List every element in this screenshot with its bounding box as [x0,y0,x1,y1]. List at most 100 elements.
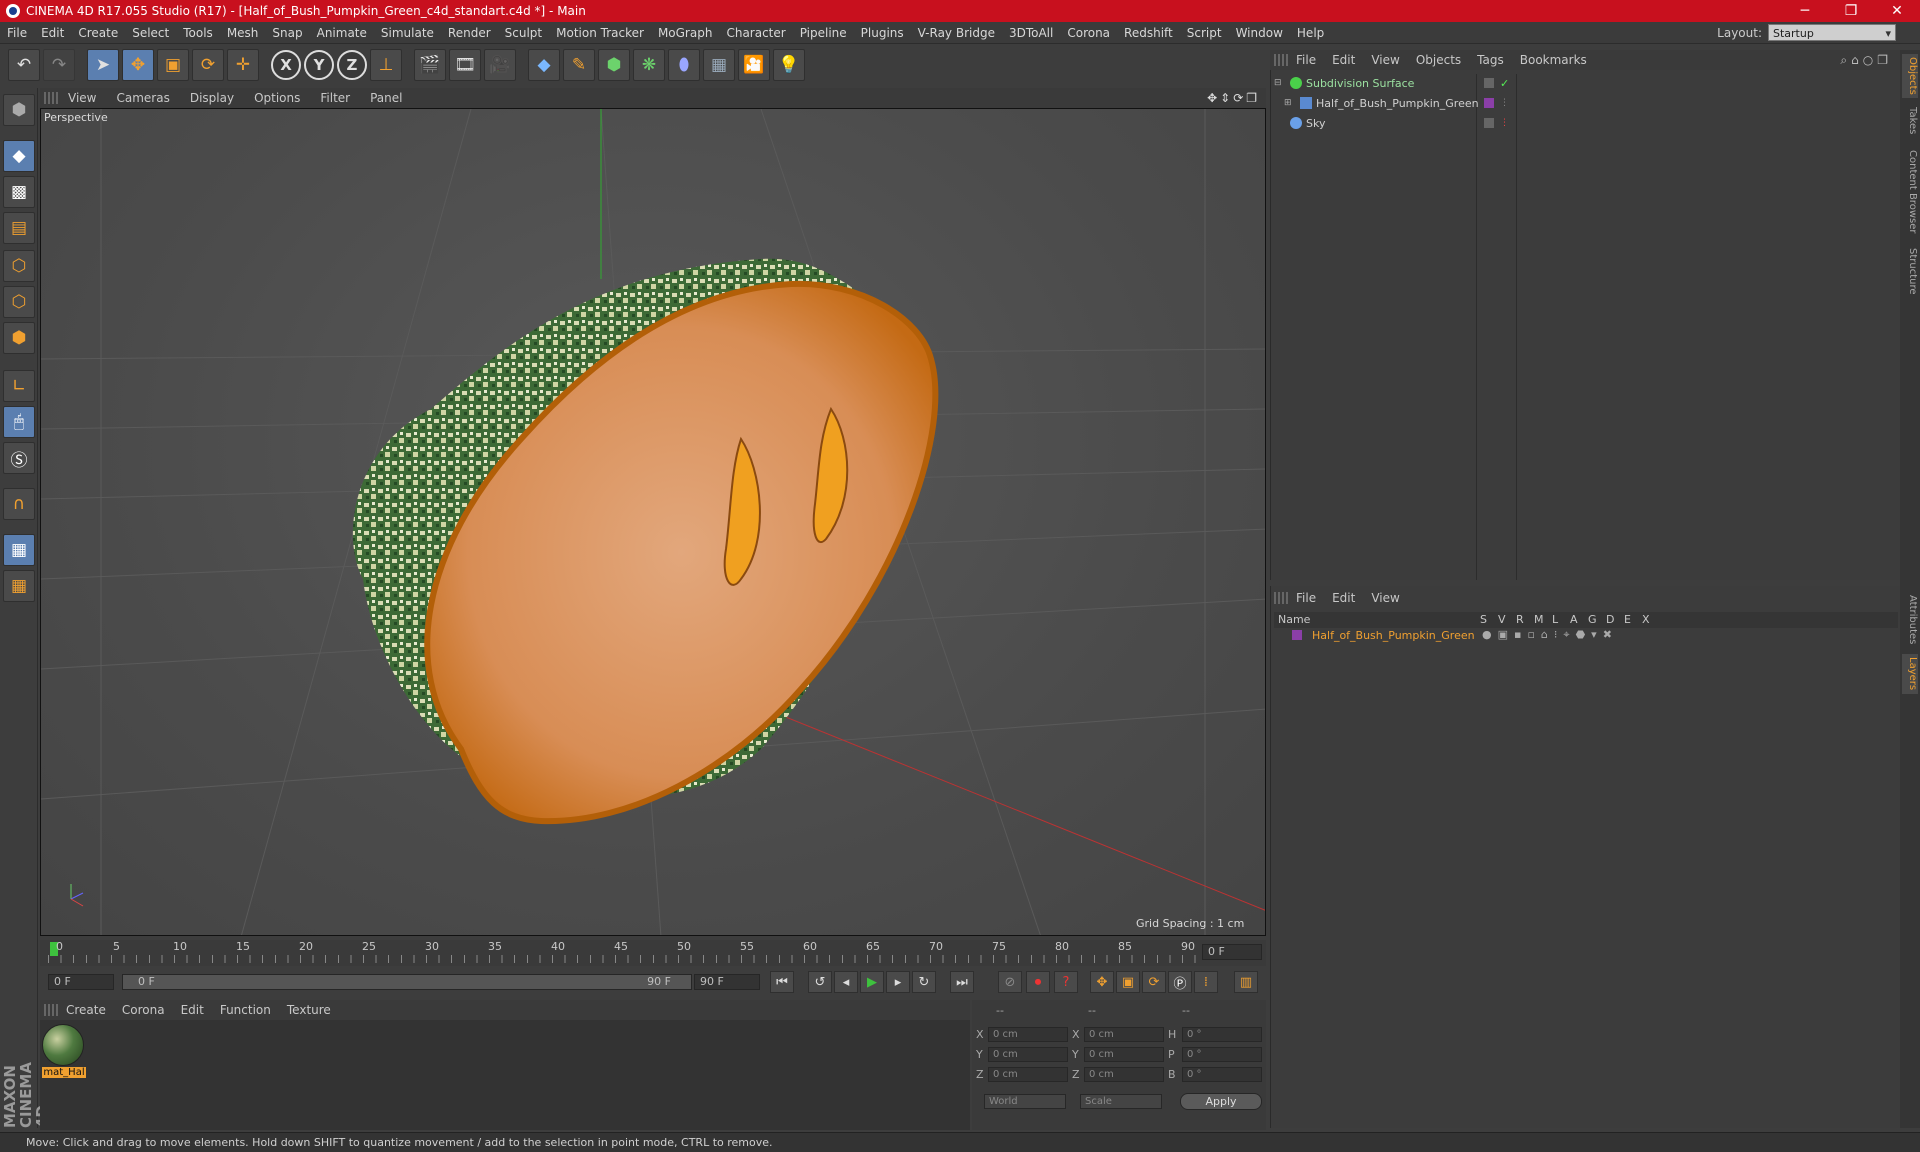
workplane-mode-button[interactable]: ▤ [3,212,35,244]
add-floor-button[interactable]: ▦ [703,49,735,81]
play-button[interactable]: ▶ [860,971,884,993]
coordinate-system-button[interactable]: ⊥ [370,49,402,81]
layers-menu-file[interactable]: File [1288,591,1324,605]
layer-row[interactable]: Half_of_Bush_Pumpkin_Green ●▣▪▫⌂⁝⌖⬣▾✖ [1274,628,1898,644]
layer-color-swatch[interactable] [1292,630,1302,640]
enabled-check-icon[interactable]: ✓ [1500,77,1509,90]
make-editable-button[interactable]: ⬢ [3,94,35,126]
x-axis-button[interactable]: X [271,50,301,80]
planar-workplane-button[interactable]: ▦ [3,570,35,602]
pos-y-field[interactable]: 0 cm [988,1047,1068,1062]
coord-system-dropdown[interactable]: World [984,1094,1066,1109]
z-axis-button[interactable]: Z [337,50,367,80]
add-spline-button[interactable]: ✎ [563,49,595,81]
rotate-tool-button[interactable]: ⟳ [192,49,224,81]
add-cube-button[interactable]: ◆ [528,49,560,81]
menu-edit[interactable]: Edit [34,26,71,40]
key-rotation-button[interactable]: ⟳ [1142,971,1166,993]
menu-motion-tracker[interactable]: Motion Tracker [549,26,651,40]
menu-animate[interactable]: Animate [310,26,374,40]
polygons-mode-button[interactable]: ⬢ [3,322,35,354]
motion-record-button[interactable]: ⊘ [998,971,1022,993]
menu-snap[interactable]: Snap [265,26,309,40]
texture-mode-button[interactable]: ▩ [3,176,35,208]
tab-layers[interactable]: Layers [1902,654,1918,694]
visibility-dots-icon[interactable]: ⋮ [1500,98,1509,108]
model-mode-button[interactable]: ◆ [3,140,35,172]
redo-button[interactable]: ↷ [43,49,75,81]
minimize-button[interactable]: ─ [1782,0,1828,22]
objects-menu-objects[interactable]: Objects [1408,53,1469,67]
menu-plugins[interactable]: Plugins [854,26,911,40]
menu-script[interactable]: Script [1180,26,1229,40]
viewport-menu-view[interactable]: View [58,91,106,105]
tab-content-browser[interactable]: Content Browser [1902,144,1918,240]
viewport-menu-options[interactable]: Options [244,91,310,105]
menu-pipeline[interactable]: Pipeline [793,26,854,40]
preview-range-slider[interactable]: 0 F 90 F [122,974,692,990]
move-tool-button[interactable]: ✥ [122,49,154,81]
material-menu-edit[interactable]: Edit [173,1003,212,1017]
menu-3dtoall[interactable]: 3DToAll [1002,26,1060,40]
viewport-menu-panel[interactable]: Panel [360,91,412,105]
objects-menu-tags[interactable]: Tags [1469,53,1512,67]
goto-end-button[interactable]: ⏭ [950,971,974,993]
menu-redshift[interactable]: Redshift [1117,26,1180,40]
timeline-ruler[interactable]: 0 5 10 15 20 25 30 35 40 45 50 55 60 65 … [40,940,1266,966]
perspective-viewport[interactable] [40,108,1266,936]
layers-menu-view[interactable]: View [1363,591,1407,605]
pos-x-field[interactable]: 0 cm [988,1027,1068,1042]
render-settings-button[interactable]: 🎥 [484,49,516,81]
menu-help[interactable]: Help [1290,26,1331,40]
visibility-dots-icon[interactable]: ⋮ [1500,118,1509,128]
objects-menu-view[interactable]: View [1363,53,1407,67]
add-camera-button[interactable]: 🎦 [738,49,770,81]
prev-key-button[interactable]: ↺ [808,971,832,993]
size-z-field[interactable]: 0 cm [1084,1067,1164,1082]
tweak-mode-button[interactable]: 🖱 [3,406,35,438]
pumpkin-model[interactable] [352,258,939,825]
size-x-field[interactable]: 0 cm [1084,1027,1164,1042]
points-mode-button[interactable]: ⬡ [3,250,35,282]
layer-swatch[interactable] [1484,78,1494,88]
key-param-button[interactable]: Ⓟ [1168,971,1192,993]
timeline-window-button[interactable]: ▥ [1234,971,1258,993]
menu-character[interactable]: Character [719,26,792,40]
axis-mode-button[interactable]: ∟ [3,370,35,402]
tab-structure[interactable]: Structure [1902,246,1918,296]
viewport-menu-display[interactable]: Display [180,91,244,105]
menu-simulate[interactable]: Simulate [374,26,441,40]
add-light-button[interactable]: 💡 [773,49,805,81]
material-menu-texture[interactable]: Texture [279,1003,339,1017]
menu-window[interactable]: Window [1229,26,1290,40]
objects-menu-file[interactable]: File [1288,53,1324,67]
render-view-button[interactable]: 🎬 [414,49,446,81]
objects-menu-edit[interactable]: Edit [1324,53,1363,67]
object-row-pumpkin[interactable]: ⊞ Half_of_Bush_Pumpkin_Green ⋮ [1284,94,1864,112]
pos-z-field[interactable]: 0 cm [988,1067,1068,1082]
object-row-sky[interactable]: Sky ⋮ [1274,114,1854,132]
maximize-button[interactable]: ❐ [1828,0,1874,22]
size-mode-dropdown[interactable]: Scale [1080,1094,1162,1109]
render-picture-viewer-button[interactable]: 🎞 [449,49,481,81]
add-deformer-button[interactable]: ⬮ [668,49,700,81]
close-button[interactable]: ✕ [1874,0,1920,22]
menu-file[interactable]: File [0,26,34,40]
end-frame-field[interactable]: 90 F [694,974,760,990]
workplane-lock-button[interactable]: ▦ [3,534,35,566]
viewport-nav-icons[interactable]: ✥⇕⟳❐ [1207,91,1260,105]
objects-menu-bookmarks[interactable]: Bookmarks [1512,53,1595,67]
layer-swatch[interactable] [1484,98,1494,108]
viewport-menu-filter[interactable]: Filter [310,91,360,105]
y-axis-button[interactable]: Y [304,50,334,80]
undo-button[interactable]: ↶ [8,49,40,81]
rot-h-field[interactable]: 0 ° [1182,1027,1262,1042]
objects-header-icons[interactable]: ⌕⌂○❐ [1840,53,1892,68]
live-selection-button[interactable]: ➤ [87,49,119,81]
material-swatch[interactable]: mat_Hal [42,1024,86,1080]
next-frame-button[interactable]: ▸ [886,971,910,993]
layers-menu-edit[interactable]: Edit [1324,591,1363,605]
menu-render[interactable]: Render [441,26,498,40]
material-menu-corona[interactable]: Corona [114,1003,173,1017]
goto-start-button[interactable]: ⏮ [770,971,794,993]
